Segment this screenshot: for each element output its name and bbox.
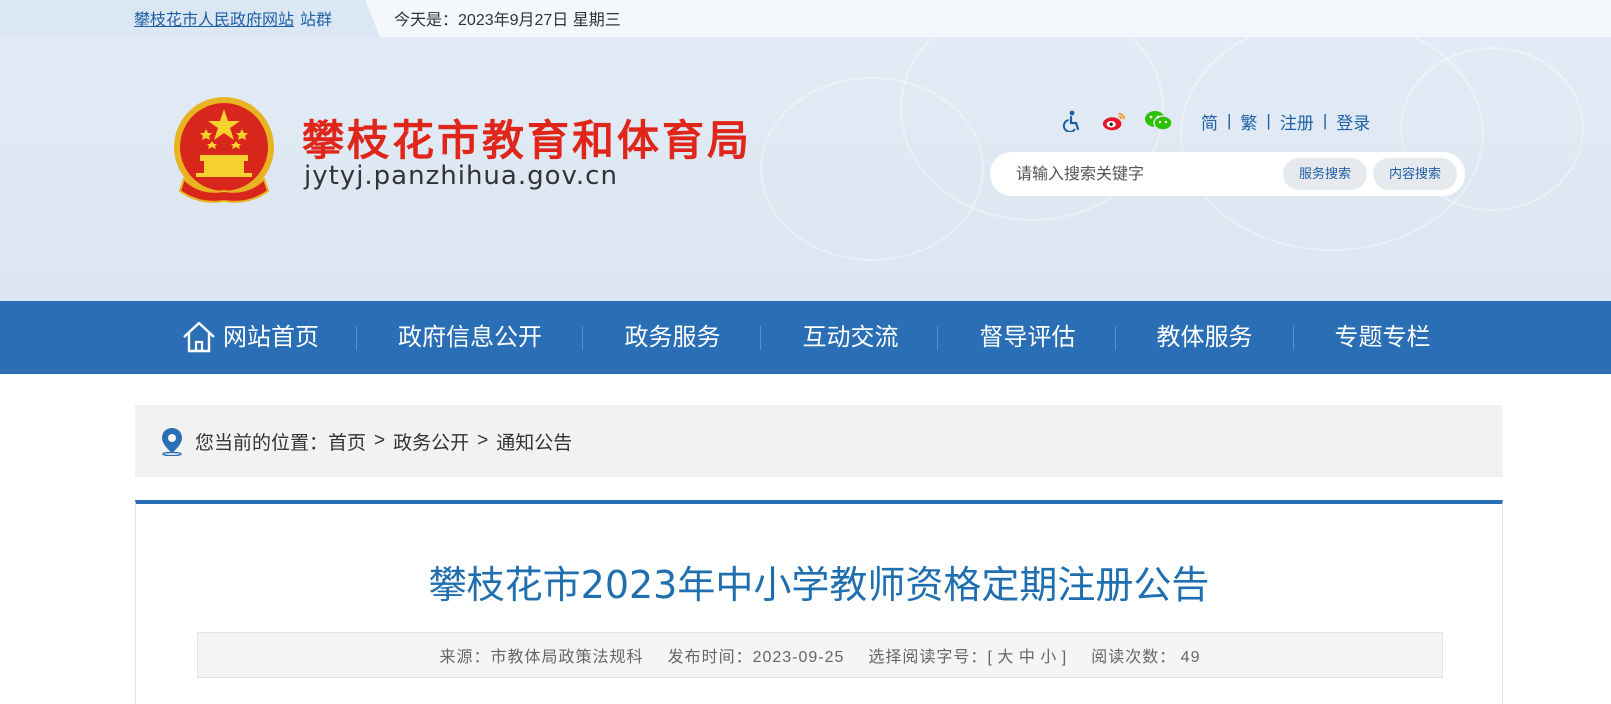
article-title: 攀枝花市2023年中小学教师资格定期注册公告 bbox=[428, 563, 1210, 607]
station-group-link[interactable]: 站群 bbox=[300, 12, 332, 29]
accessibility-icon[interactable] bbox=[1060, 109, 1084, 133]
content-search-button[interactable]: 内容搜索 bbox=[1373, 158, 1457, 190]
nav-item-gov-info[interactable]: 政府信息公开 bbox=[380, 301, 560, 374]
nav-divider bbox=[760, 326, 761, 350]
nav-divider bbox=[582, 326, 583, 350]
nav-item-interaction[interactable]: 互动交流 bbox=[778, 301, 923, 374]
article-meta: 来源：市教体局政策法规科 发布时间：2023-09-25 选择阅读字号：[ 大 … bbox=[197, 632, 1443, 678]
nav-item-home[interactable]: 网站首页 bbox=[175, 301, 325, 374]
header-tools: 简 | 繁 | 注册 | 登录 bbox=[1060, 109, 1370, 133]
main-nav: 网站首页 政府信息公开 政务服务 互动交流 督导评估 教体服务 专题专栏 bbox=[0, 301, 1611, 374]
site-header: 攀枝花市教育和体育局 jytyj.panzhihua.gov.cn 简 | 繁 … bbox=[0, 37, 1611, 301]
font-small-link[interactable]: 小 bbox=[1040, 649, 1057, 666]
nav-label: 网站首页 bbox=[223, 324, 319, 351]
nav-divider bbox=[1293, 326, 1294, 350]
breadcrumb-home[interactable]: 首页 bbox=[328, 428, 366, 455]
simplified-chinese-link[interactable]: 简 bbox=[1192, 109, 1227, 134]
breadcrumb-separator: > bbox=[374, 430, 386, 451]
font-size-label: 选择阅读字号： bbox=[868, 649, 988, 666]
meta-source: 来源：市教体局政策法规科 bbox=[440, 643, 644, 667]
bracket-close: ] bbox=[1061, 649, 1068, 666]
font-medium-link[interactable]: 中 bbox=[1019, 649, 1036, 666]
breadcrumb-inner: 您当前的位置： 首页 > 政务公开 > 通知公告 bbox=[159, 405, 572, 477]
top-bar: 攀枝花市人民政府网站 站群 今天是：2023年9月27日 星期三 bbox=[0, 0, 1611, 37]
views-count: 49 bbox=[1180, 649, 1201, 666]
traditional-chinese-link[interactable]: 繁 bbox=[1231, 109, 1266, 134]
date-value: 2023年9月27日 星期三 bbox=[458, 12, 621, 29]
meta-font-size: 选择阅读字号：[ 大 中 小 ] bbox=[868, 643, 1067, 667]
meta-publish: 发布时间：2023-09-25 bbox=[668, 643, 845, 667]
register-link[interactable]: 注册 bbox=[1271, 109, 1323, 134]
wechat-icon[interactable] bbox=[1144, 109, 1174, 133]
search-input[interactable] bbox=[1014, 160, 1258, 190]
breadcrumb-label: 您当前的位置： bbox=[195, 432, 329, 454]
breadcrumb-gov-affairs[interactable]: 政务公开 bbox=[393, 428, 469, 455]
top-links: 攀枝花市人民政府网站 站群 bbox=[134, 6, 332, 30]
nav-item-edu-sports[interactable]: 教体服务 bbox=[1132, 301, 1277, 374]
home-icon bbox=[183, 321, 215, 352]
nav-item-special[interactable]: 专题专栏 bbox=[1310, 301, 1455, 374]
nav-divider bbox=[937, 326, 938, 350]
site-domain: jytyj.panzhihua.gov.cn bbox=[304, 161, 618, 191]
national-emblem-icon bbox=[174, 97, 274, 203]
site-title: 攀枝花市教育和体育局 bbox=[302, 116, 753, 165]
font-large-link[interactable]: 大 bbox=[997, 649, 1014, 666]
today-date: 今天是：2023年9月27日 星期三 bbox=[394, 6, 621, 30]
search-box: 服务搜索 内容搜索 bbox=[990, 152, 1465, 196]
publish-date: 2023-09-25 bbox=[752, 649, 845, 666]
date-label: 今天是： bbox=[394, 12, 459, 29]
bracket-open: [ bbox=[987, 649, 993, 666]
nav-item-gov-service[interactable]: 政务服务 bbox=[600, 301, 745, 374]
source-value: 市教体局政策法规科 bbox=[490, 649, 644, 666]
nav-item-supervision[interactable]: 督导评估 bbox=[955, 301, 1100, 374]
login-link[interactable]: 登录 bbox=[1327, 109, 1370, 134]
nav-divider bbox=[356, 326, 357, 350]
gov-site-link[interactable]: 攀枝花市人民政府网站 bbox=[134, 12, 294, 29]
source-label: 来源： bbox=[439, 649, 491, 666]
weibo-icon[interactable] bbox=[1102, 109, 1126, 133]
nav-divider bbox=[1115, 326, 1116, 350]
publish-label: 发布时间： bbox=[667, 649, 753, 666]
breadcrumb-separator: > bbox=[477, 430, 489, 451]
article: 攀枝花市2023年中小学教师资格定期注册公告 来源：市教体局政策法规科 发布时间… bbox=[135, 500, 1503, 704]
breadcrumb-notices[interactable]: 通知公告 bbox=[496, 428, 572, 455]
breadcrumb: 您当前的位置： 首页 > 政务公开 > 通知公告 bbox=[135, 405, 1503, 477]
meta-views: 阅读次数： 49 bbox=[1091, 643, 1200, 667]
service-search-button[interactable]: 服务搜索 bbox=[1283, 158, 1367, 190]
location-pin-icon bbox=[162, 428, 182, 456]
views-label: 阅读次数： bbox=[1091, 649, 1177, 666]
